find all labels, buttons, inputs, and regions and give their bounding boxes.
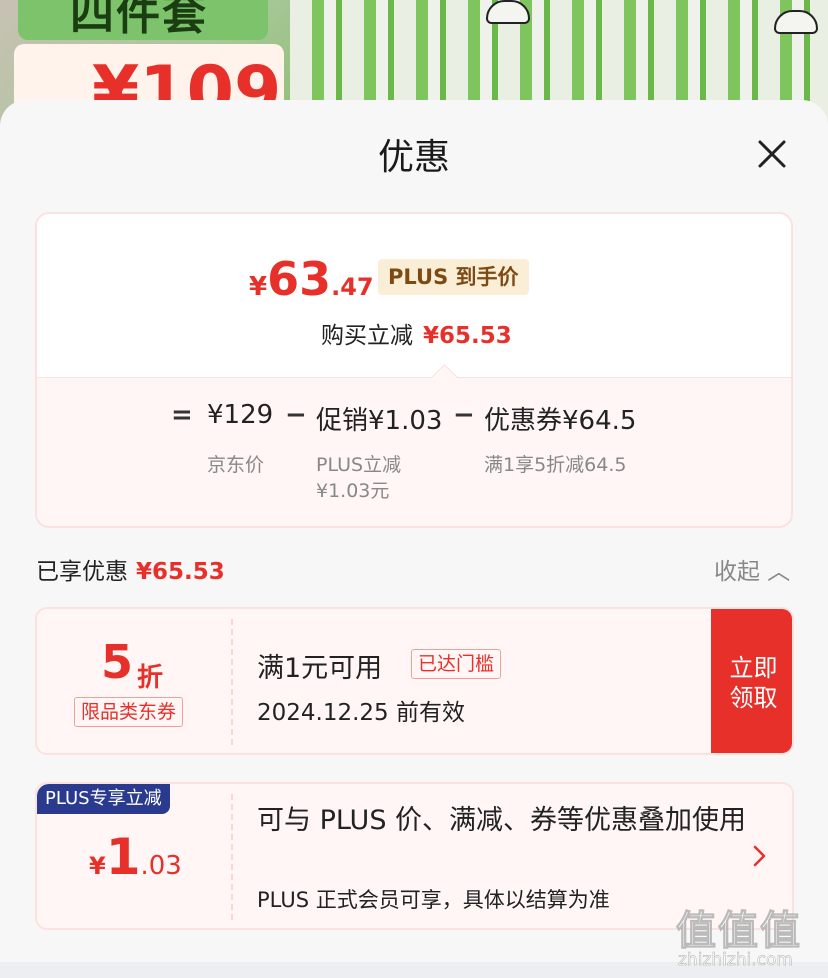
plus-amount-integer: 1 <box>105 828 141 886</box>
close-button[interactable] <box>754 136 790 172</box>
chevron-right-icon[interactable] <box>753 844 767 868</box>
final-price-decimal: .47 <box>331 273 374 301</box>
plus-note: PLUS 正式会员可享，具体以结算为准 <box>257 888 610 912</box>
enjoyed-discount: 已享优惠 ¥65.53 <box>36 552 225 586</box>
formula-equals: = <box>171 400 193 430</box>
enjoyed-discount-amount: ¥65.53 <box>136 559 225 585</box>
coupon-value-zone: 5 折 限品类东券 <box>37 609 231 753</box>
plus-description: 可与 PLUS 价、满减、券等优惠叠加使用 <box>257 805 747 836</box>
coupon-discount-number: 5 <box>101 635 134 689</box>
price-summary-card: ¥63.47 PLUS 到手价 购买立减 ¥65.53 = ¥129 − 促销¥1… <box>35 212 793 528</box>
final-price: ¥63.47 <box>249 252 374 312</box>
site-watermark: 值值值 zhizhizhi.com <box>676 898 818 974</box>
plus-amount-currency: ¥ <box>89 852 106 880</box>
panda-pattern-icon <box>486 0 530 24</box>
coupon-divider <box>231 619 233 745</box>
instant-reduction-label: 购买立减 <box>321 323 413 349</box>
panda-pattern-icon <box>774 10 818 34</box>
formula-promo: 促销¥1.03 <box>316 406 443 436</box>
plus-exclusive-badge: PLUS专享立减 <box>37 784 170 814</box>
plus-card-divider <box>231 794 233 920</box>
promo-label-amount: ¥1.03元 <box>316 480 390 502</box>
final-price-currency: ¥ <box>249 272 268 302</box>
collapse-button[interactable]: 收起 ︿ <box>714 552 790 586</box>
enjoyed-discount-label: 已享优惠 <box>36 559 128 585</box>
instant-reduction-amount: ¥65.53 <box>423 323 512 349</box>
formula-minus: − <box>285 400 307 430</box>
coupon-category-tag: 限品类东券 <box>74 697 184 727</box>
claim-coupon-button[interactable]: 立即领取 <box>711 609 792 753</box>
instant-reduction: 购买立减 ¥65.53 <box>321 316 512 350</box>
threshold-reached-badge: 已达门槛 <box>411 649 502 679</box>
formula-coupon: 优惠券¥64.5 <box>484 406 637 436</box>
claim-coupon-label: 立即领取 <box>729 654 778 712</box>
watermark-logo: 值值值 <box>676 908 802 955</box>
close-icon <box>758 140 786 168</box>
banner-set-text: 四件套 <box>70 0 208 40</box>
formula-jd-price: ¥129 <box>207 400 274 430</box>
coupon-valid-until: 2024.12.25 前有效 <box>257 700 465 726</box>
final-price-integer: 63 <box>267 252 332 306</box>
coupon-label: 满1享5折减64.5 <box>484 454 627 476</box>
formula-minus: − <box>453 400 475 430</box>
sheet-title: 优惠 <box>377 137 450 178</box>
plus-discount-amount: ¥1.03 <box>89 828 182 886</box>
plus-amount-decimal: .03 <box>140 851 182 881</box>
coupon-discount-unit: 折 <box>137 663 164 693</box>
promo-label: PLUS立减 <box>316 454 402 476</box>
jd-price-label: 京东价 <box>207 454 265 476</box>
plus-price-tag: PLUS 到手价 <box>378 259 529 295</box>
coupon-card[interactable]: 5 折 限品类东券 满1元可用 已达门槛 2024.12.25 前有效 立即领取 <box>35 607 794 755</box>
watermark-url: zhizhizhi.com <box>678 950 793 971</box>
coupon-condition: 满1元可用 <box>257 653 383 684</box>
